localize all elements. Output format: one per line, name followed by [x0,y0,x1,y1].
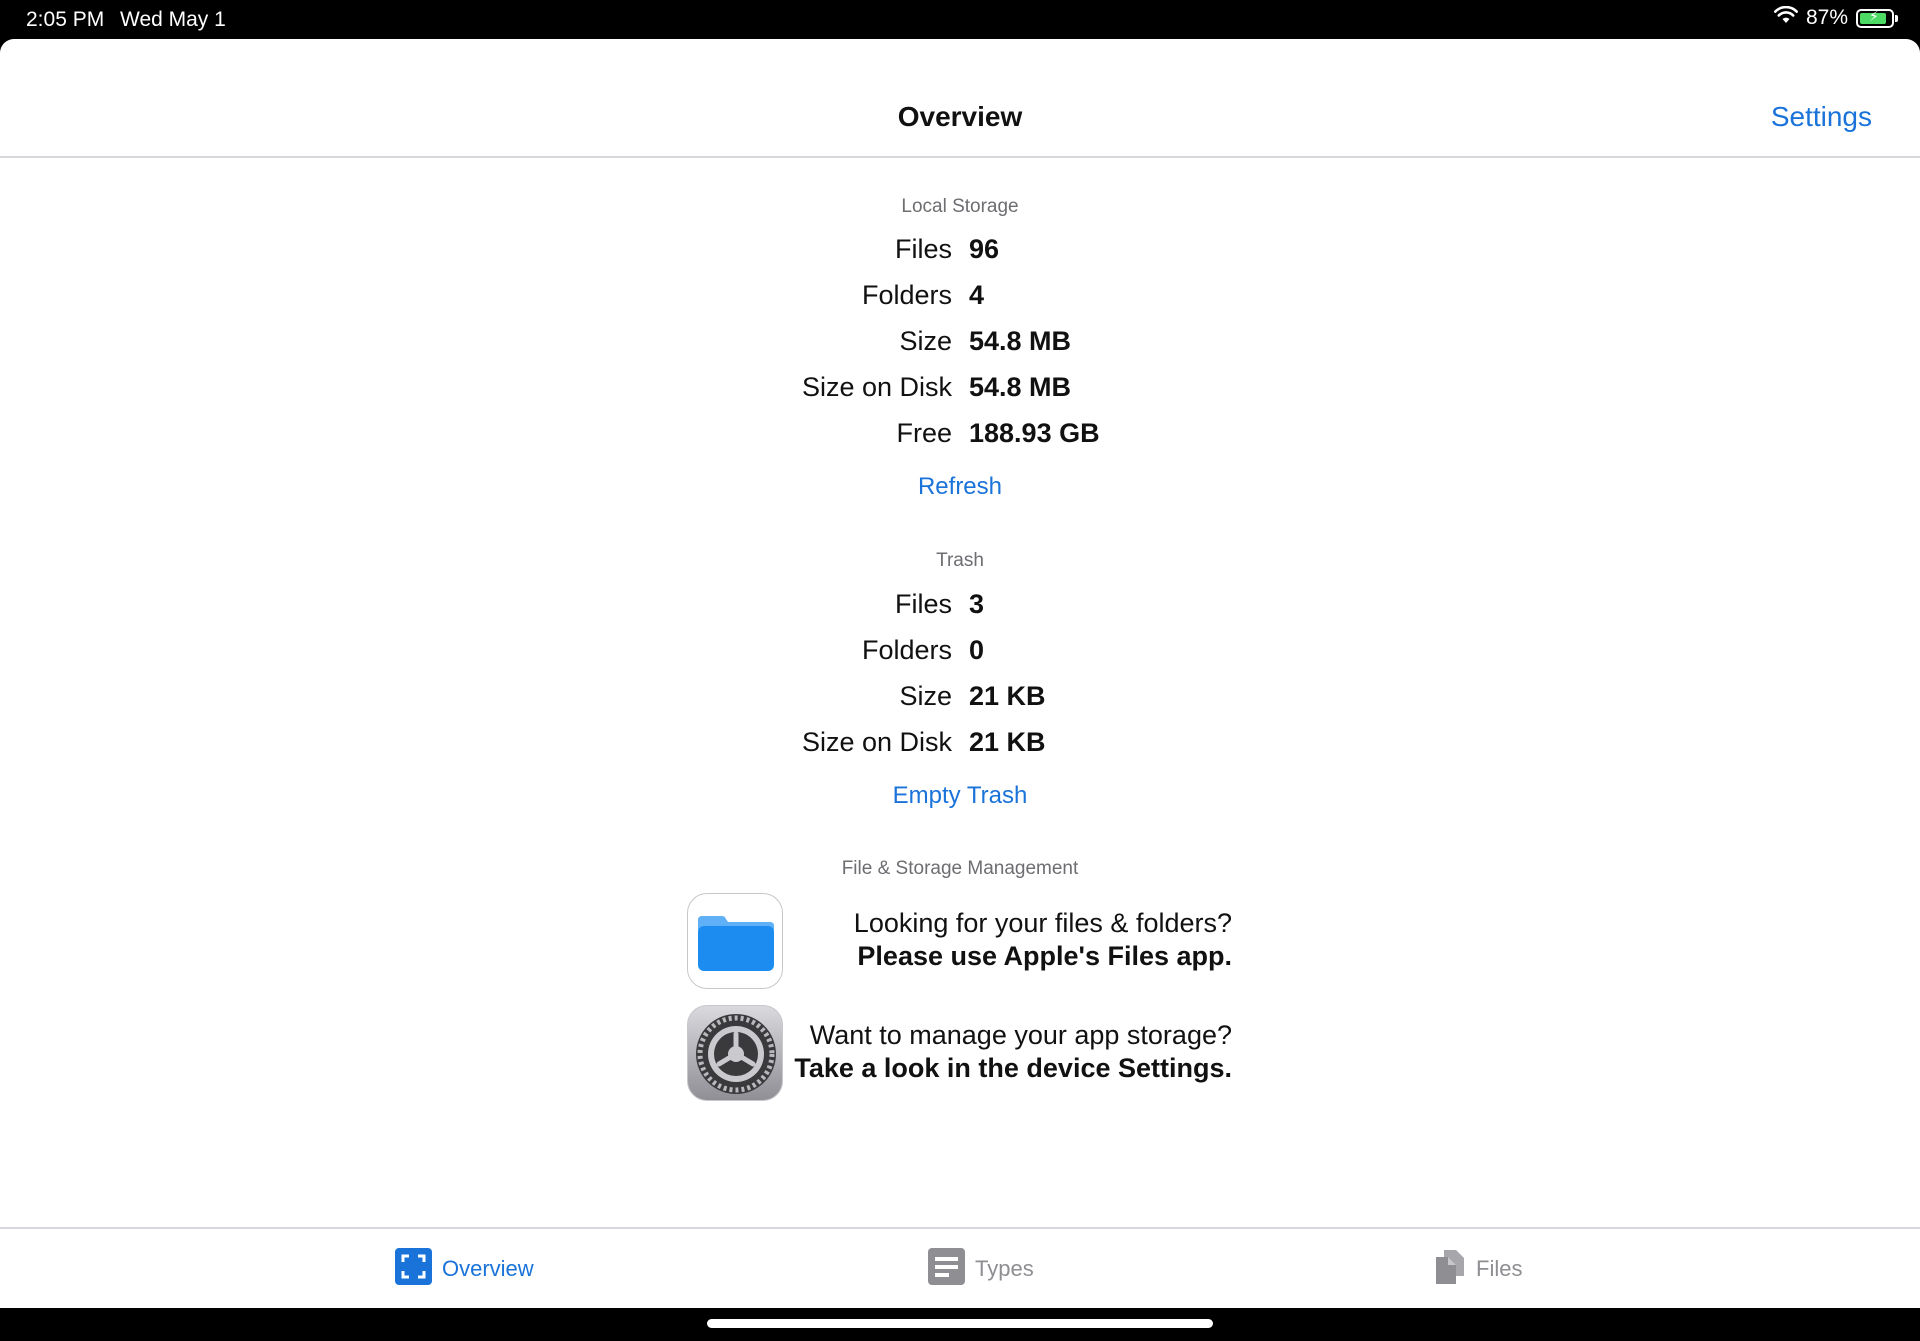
stat-value: 3 [969,589,985,619]
documents-icon [1434,1248,1466,1291]
stat-label: Free [896,418,952,448]
stat-label: Size on Disk [801,372,952,402]
stat-label: Files [894,234,952,264]
stat-label: Folders [861,280,952,310]
status-time: 2:05 PM [26,8,105,31]
settings-app-icon[interactable] [687,1005,783,1101]
settings-hint-instruction: Take a look in the device Settings. [794,1053,1232,1083]
overview-icon [395,1247,432,1291]
stat-label: Size [899,326,952,356]
tab-label: Overview [442,1256,534,1281]
page-title: Overview [897,101,1023,132]
local-free-row: Free 188.93 GB [0,418,1920,458]
local-size-row: Size 54.8 MB [0,326,1920,366]
files-app-hint: Looking for your files & folders? Please… [854,907,1232,973]
types-icon [928,1247,965,1291]
stat-label: Folders [861,635,952,665]
stat-label: Size [899,681,952,711]
stat-value: 54.8 MB [969,326,1072,356]
battery-icon [1856,8,1898,28]
stat-label: Files [894,589,952,619]
tab-label: Types [975,1256,1034,1281]
trash-folders-row: Folders 0 [0,635,1920,675]
trash-size-on-disk-row: Size on Disk 21 KB [0,727,1920,767]
battery-fill [1860,8,1887,25]
refresh-button[interactable]: Refresh [0,473,1920,501]
stat-value: 96 [969,234,1000,264]
files-app-icon[interactable] [687,893,783,989]
stat-value: 21 KB [969,727,1046,757]
tab-overview[interactable]: Overview [395,1247,534,1291]
files-hint-instruction: Please use Apple's Files app. [857,941,1232,971]
management-header: File & Storage Management [841,858,1079,879]
files-hint-question: Looking for your files & folders? [853,908,1232,938]
app-window: Overview Settings Local Storage Files 96… [0,39,1920,1308]
battery-percent: 87% [1805,6,1848,29]
wifi-icon [1773,5,1798,30]
local-files-row: Files 96 [0,234,1920,274]
tab-files[interactable]: Files [1434,1249,1522,1289]
local-size-on-disk-row: Size on Disk 54.8 MB [0,372,1920,412]
tab-bar: Overview Types Files [0,1227,1920,1308]
navigation-bar: Overview Settings [0,39,1920,158]
status-date: Wed May 1 [120,8,226,31]
tab-types[interactable]: Types [928,1247,1034,1291]
stat-value: 0 [969,635,985,665]
home-indicator[interactable] [707,1319,1213,1328]
stat-value: 4 [969,280,985,310]
settings-app-hint: Want to manage your app storage? Take a … [794,1019,1232,1085]
settings-hint-question: Want to manage your app storage? [809,1020,1232,1050]
trash-header: Trash [936,550,984,571]
stat-value: 21 KB [969,681,1046,711]
stat-label: Size on Disk [801,727,952,757]
local-folders-row: Folders 4 [0,280,1920,320]
trash-files-row: Files 3 [0,589,1920,629]
local-storage-header: Local Storage [901,196,1019,217]
status-indicators: 87% [1773,5,1898,30]
tab-label: Files [1476,1256,1523,1281]
status-bar: 2:05 PM Wed May 1 87% [0,0,1920,39]
stat-value: 188.93 GB [969,418,1100,448]
empty-trash-button[interactable]: Empty Trash [0,782,1920,810]
stat-value: 54.8 MB [969,372,1072,402]
settings-button[interactable]: Settings [1771,101,1872,133]
trash-size-row: Size 21 KB [0,681,1920,721]
